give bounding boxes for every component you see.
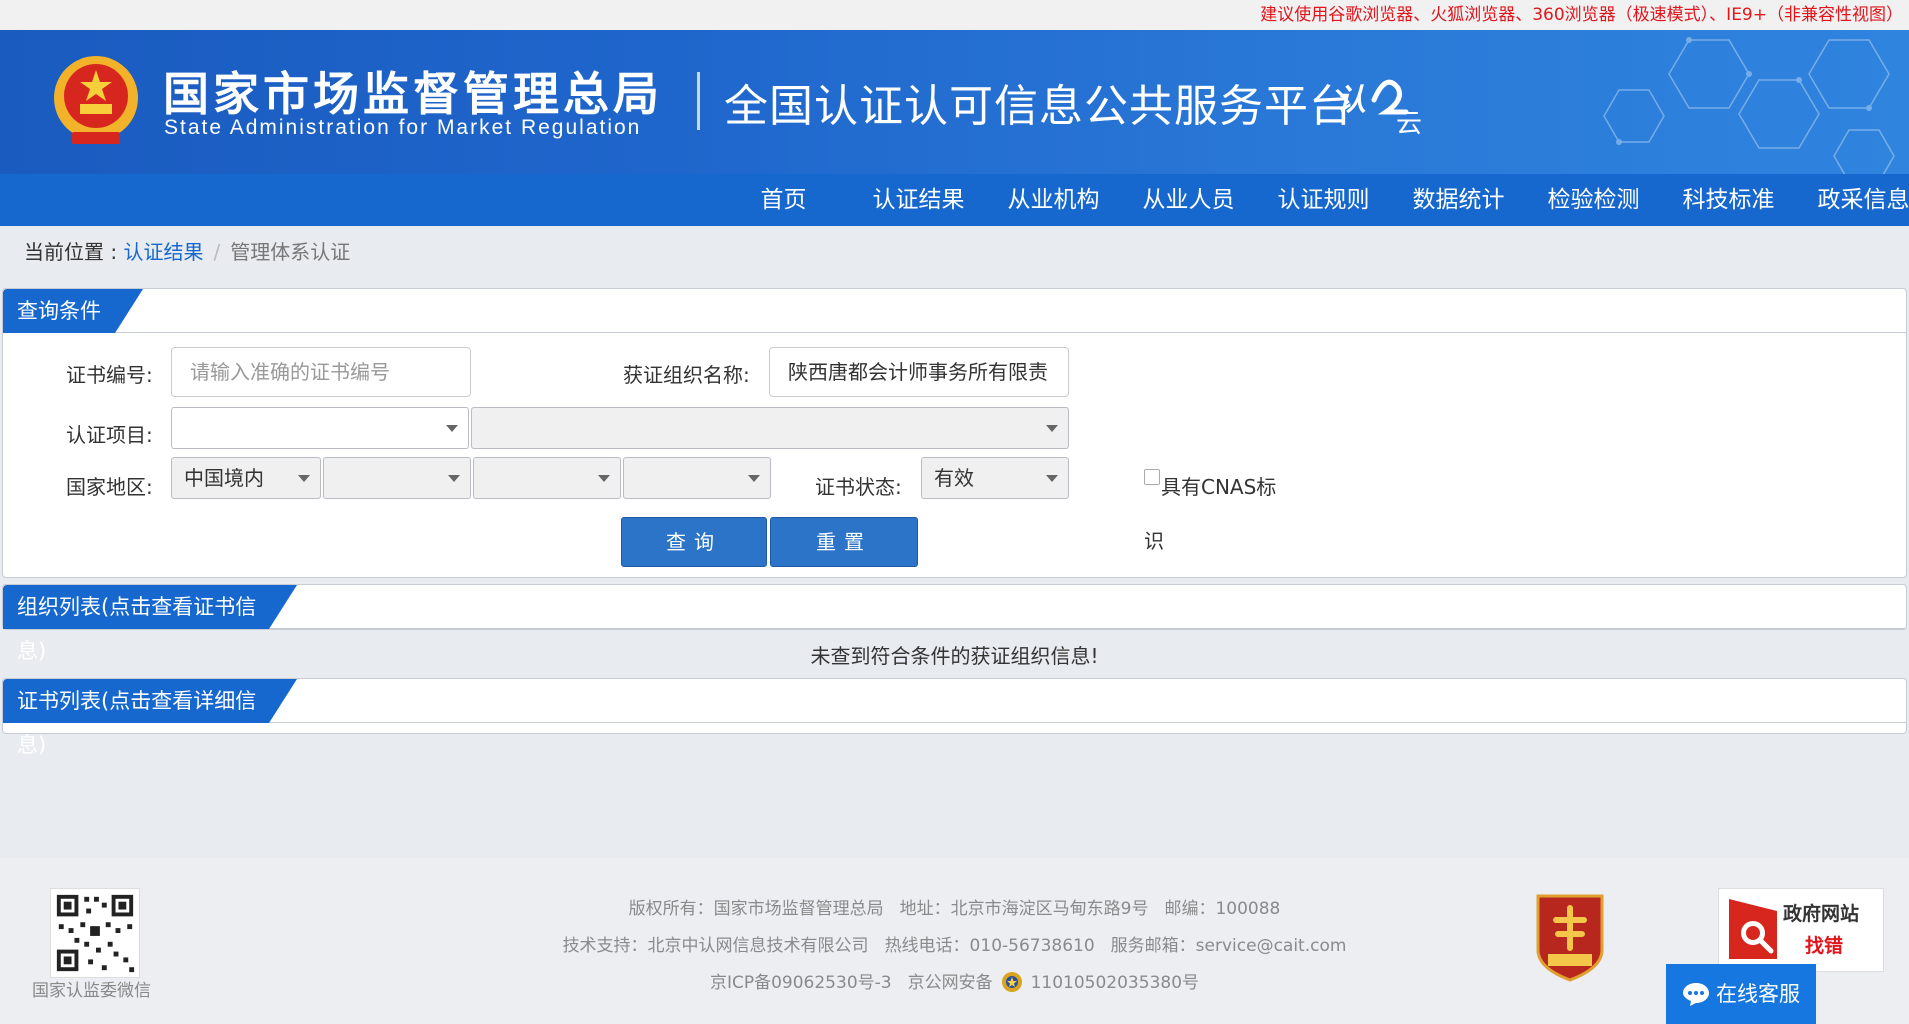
nav-item-institutions[interactable]: 从业机构 — [986, 174, 1121, 226]
query-panel: 查询条件 证书编号: 请输入准确的证书编号 获证组织名称: 陕西唐都会计师事务所… — [2, 288, 1907, 578]
nav-item-procurement[interactable]: 政采信息 — [1796, 174, 1909, 226]
chevron-down-icon — [598, 475, 610, 482]
chevron-down-icon — [1046, 475, 1058, 482]
footer-address: 地址：北京市海淀区马甸东路9号 — [899, 899, 1149, 919]
status-select-value: 有效 — [934, 466, 974, 490]
renzheng-cloud-logo: 认 云 — [1336, 79, 1422, 136]
status-label: 证书状态: — [815, 475, 902, 499]
cnas-checkbox[interactable] — [1144, 469, 1160, 485]
org-list-panel: 组织列表(点击查看证书信息) — [2, 584, 1907, 663]
main-nav: 首页 认证结果 从业机构 从业人员 认证规则 数据统计 检验检测 科技标准 政采… — [0, 174, 1909, 226]
region-province-select[interactable] — [323, 457, 471, 499]
region-country-select[interactable]: 中国境内 — [171, 457, 321, 499]
reset-button[interactable]: 重置 — [770, 517, 918, 567]
region-label: 国家地区: — [66, 475, 153, 499]
org-name-label: 获证组织名称: — [623, 363, 750, 387]
footer-police-prefix[interactable]: 京公网安备 — [908, 973, 993, 993]
org-list-title: 组织列表(点击查看证书信息) — [3, 585, 297, 663]
gov-site-find-error-box[interactable]: 政府网站 找错 — [1718, 888, 1884, 972]
project-sub-select[interactable] — [471, 407, 1069, 449]
nav-item-cert-rules[interactable]: 认证规则 — [1256, 174, 1391, 226]
footer-line-2: 技术支持：北京中认网信息技术有限公司 热线电话：010-56738610 服务邮箱：… — [0, 931, 1909, 956]
chat-bubble-icon — [1683, 983, 1709, 1006]
platform-title: 全国认证认可信息公共服务平台 — [724, 81, 1354, 132]
query-panel-header: 查询条件 — [3, 289, 1906, 333]
cert-no-input[interactable]: 请输入准确的证书编号 — [171, 347, 471, 397]
cert-list-panel-header: 证书列表(点击查看详细信息) — [3, 679, 1906, 757]
footer-copyright: 版权所有：国家市场监督管理总局 — [628, 899, 884, 919]
footer-icp[interactable]: 京ICP备09062530号-3 — [710, 973, 892, 993]
footer-hotline: 热线电话：010-56738610 — [884, 936, 1095, 956]
region-city-select[interactable] — [473, 457, 621, 499]
footer-postcode: 邮编：100088 — [1164, 899, 1281, 919]
chevron-down-icon — [1046, 425, 1058, 432]
chevron-down-icon — [446, 425, 458, 432]
svg-text:云: 云 — [1396, 109, 1422, 136]
breadcrumb-link-cert-results[interactable]: 认证结果 — [123, 240, 203, 264]
footer: 国家认监委微信 版权所有：国家市场监督管理总局 地址：北京市海淀区马甸东路9号 邮编… — [0, 858, 1909, 1024]
search-button[interactable]: 查询 — [621, 517, 767, 567]
footer-line-3: 京ICP备09062530号-3 京公网安备 11010502035380号 — [0, 968, 1909, 993]
cnas-label-wrap: 识 — [1144, 529, 1164, 553]
party-government-badge-icon[interactable] — [1530, 890, 1610, 982]
national-emblem-icon — [54, 56, 138, 144]
find-error-subtitle: 找错 — [1805, 935, 1844, 957]
breadcrumb-prefix: 当前位置 : — [24, 240, 124, 264]
footer-email: 服务邮箱：service@cait.com — [1110, 936, 1347, 956]
org-name-input[interactable]: 陕西唐都会计师事务所有限责 — [769, 347, 1069, 397]
cert-no-label: 证书编号: — [66, 363, 153, 387]
footer-tech-support: 技术支持：北京中认网信息技术有限公司 — [562, 936, 869, 956]
footer-line-1: 版权所有：国家市场监督管理总局 地址：北京市海淀区马甸东路9号 邮编：100088 — [0, 894, 1909, 919]
breadcrumb: 当前位置 : 认证结果 / 管理体系认证 — [24, 236, 350, 268]
query-panel-title: 查询条件 — [3, 289, 143, 333]
project-label: 认证项目: — [66, 423, 153, 447]
header-divider — [697, 72, 700, 130]
cert-list-title: 证书列表(点击查看详细信息) — [3, 679, 297, 757]
footer-police-no[interactable]: 11010502035380号 — [1031, 973, 1199, 993]
nav-item-statistics[interactable]: 数据统计 — [1391, 174, 1526, 226]
cert-list-panel: 证书列表(点击查看详细信息) — [2, 678, 1907, 757]
chevron-down-icon — [448, 475, 460, 482]
nav-item-cert-results[interactable]: 认证结果 — [851, 174, 986, 226]
chevron-down-icon — [298, 475, 310, 482]
police-badge-icon — [1001, 972, 1022, 992]
breadcrumb-current: 管理体系认证 — [230, 240, 351, 264]
find-error-title: 政府网站 — [1783, 903, 1860, 925]
project-select[interactable] — [171, 407, 469, 449]
browser-notice: 建议使用谷歌浏览器、火狐浏览器、360浏览器（极速模式）、IE9+（非兼容性视图… — [0, 0, 1909, 30]
nav-item-home[interactable]: 首页 — [716, 174, 851, 226]
region-district-select[interactable] — [623, 457, 771, 499]
agency-name-cn: 国家市场监督管理总局 — [163, 67, 663, 121]
org-list-empty-message: 未查到符合条件的获证组织信息! — [810, 644, 1099, 668]
nav-item-personnel[interactable]: 从业人员 — [1121, 174, 1256, 226]
svg-text:认: 认 — [1336, 83, 1366, 118]
agency-name-en: State Administration for Market Regulati… — [164, 116, 642, 139]
region-country-value: 中国境内 — [184, 466, 264, 490]
status-select[interactable]: 有效 — [921, 457, 1069, 499]
cnas-label: 具有CNAS标 — [1161, 475, 1277, 499]
online-service-button[interactable]: 在线客服 — [1666, 964, 1816, 1024]
magnifier-icon — [1729, 899, 1777, 959]
breadcrumb-separator: / — [213, 240, 221, 264]
nav-item-standards[interactable]: 科技标准 — [1661, 174, 1796, 226]
chevron-down-icon — [748, 475, 760, 482]
online-service-label: 在线客服 — [1716, 982, 1800, 1006]
nav-item-inspection[interactable]: 检验检测 — [1526, 174, 1661, 226]
org-list-panel-header: 组织列表(点击查看证书信息) — [3, 585, 1906, 663]
header-banner: 国家市场监督管理总局 State Administration for Mark… — [0, 30, 1909, 174]
